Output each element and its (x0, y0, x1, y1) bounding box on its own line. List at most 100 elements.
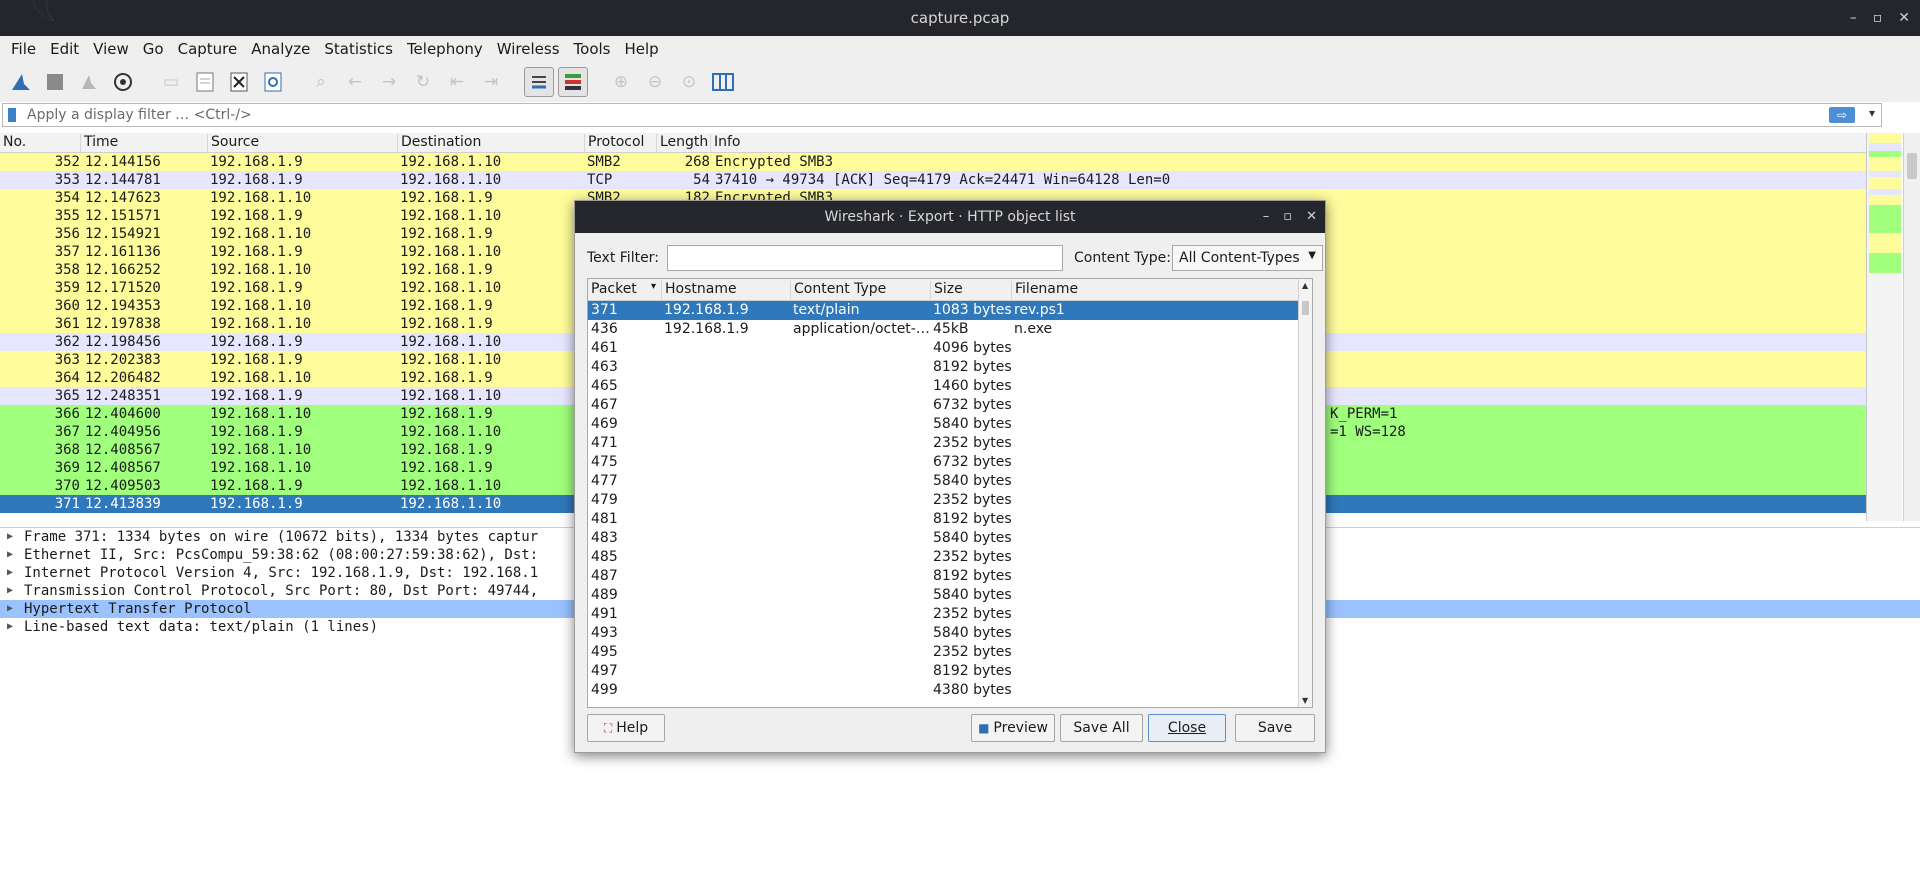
resize-columns-icon[interactable] (708, 67, 738, 97)
col-header-info[interactable]: Info (710, 134, 741, 152)
packet-cell-time: 12.408567 (85, 442, 161, 458)
scroll-up-icon[interactable]: ▲ (1302, 281, 1308, 290)
last-icon[interactable]: ⇥ (476, 67, 506, 97)
http-object-row[interactable]: 461 4096 bytes (588, 339, 1312, 358)
text-filter-input[interactable] (667, 245, 1063, 271)
packet-row[interactable]: 353 12.144781 192.168.1.9 192.168.1.10 TCP 54… (0, 171, 1866, 189)
help-button[interactable]: ⛶ Help (587, 714, 665, 742)
http-object-row[interactable]: 467 6732 bytes (588, 396, 1312, 415)
reload-icon[interactable] (258, 67, 288, 97)
menu-help[interactable]: Help (617, 36, 665, 62)
maximize-icon[interactable]: ▫ (1873, 0, 1883, 36)
menu-capture[interactable]: Capture (171, 36, 245, 62)
bookmark-icon[interactable] (8, 108, 16, 122)
http-object-row[interactable]: 465 1460 bytes (588, 377, 1312, 396)
http-object-row[interactable]: 485 2352 bytes (588, 548, 1312, 567)
preview-button[interactable]: ■ Preview (971, 714, 1055, 742)
col-header-time[interactable]: Time (80, 134, 118, 152)
http-object-row[interactable]: 491 2352 bytes (588, 605, 1312, 624)
expand-arrow-icon[interactable]: ▶ (7, 564, 13, 582)
search-icon[interactable]: ⌕ (306, 67, 336, 97)
menu-go[interactable]: Go (136, 36, 171, 62)
colorize-icon[interactable] (558, 67, 588, 97)
packet-row[interactable]: 352 12.144156 192.168.1.9 192.168.1.10 SMB2 2… (0, 153, 1866, 171)
expand-arrow-icon[interactable]: ▶ (7, 546, 13, 564)
save-button[interactable]: Save (1235, 714, 1315, 742)
normal-size-icon[interactable]: ⊙ (674, 67, 704, 97)
menu-file[interactable]: File (4, 36, 43, 62)
expand-arrow-icon[interactable]: ▶ (7, 582, 13, 600)
menu-analyze[interactable]: Analyze (244, 36, 317, 62)
restart-icon[interactable] (74, 67, 104, 97)
packet-list-scrollbar[interactable] (1903, 133, 1920, 521)
dialog-maximize-icon[interactable]: ▫ (1283, 201, 1292, 233)
packet-minimap[interactable] (1866, 133, 1902, 521)
close-file-icon[interactable] (224, 67, 254, 97)
col-header-no[interactable]: No. (0, 134, 26, 152)
scrollbar-thumb[interactable] (1302, 301, 1309, 315)
filter-history-dropdown-icon[interactable]: ▾ (1869, 106, 1875, 120)
first-icon[interactable]: ⇤ (442, 67, 472, 97)
window-titlebar: 𓆩 capture.pcap – ▫ ✕ (0, 0, 1920, 36)
save-all-button[interactable]: Save All (1060, 714, 1143, 742)
col-header-size[interactable]: Size (930, 281, 963, 299)
dialog-minimize-icon[interactable]: – (1263, 201, 1270, 233)
http-object-row[interactable]: 475 6732 bytes (588, 453, 1312, 472)
http-object-row[interactable]: 495 2352 bytes (588, 643, 1312, 662)
menu-statistics[interactable]: Statistics (317, 36, 400, 62)
col-header-protocol[interactable]: Protocol (584, 134, 644, 152)
menu-wireless[interactable]: Wireless (490, 36, 567, 62)
menu-view[interactable]: View (86, 36, 136, 62)
http-object-scrollbar[interactable]: ▲ ▼ (1298, 279, 1312, 707)
back-icon[interactable]: ← (340, 67, 370, 97)
close-icon[interactable]: ✕ (1898, 0, 1910, 36)
scrollbar-thumb[interactable] (1907, 153, 1917, 179)
display-filter-input[interactable] (25, 106, 1825, 124)
packet-cell-dst: 192.168.1.10 (400, 496, 502, 512)
stop-icon[interactable] (40, 67, 70, 97)
menu-edit[interactable]: Edit (43, 36, 86, 62)
autoscroll-icon[interactable] (524, 67, 554, 97)
expand-arrow-icon[interactable]: ▶ (7, 600, 13, 618)
shark-fin-start-icon[interactable] (6, 67, 36, 97)
close-button[interactable]: Close (1148, 714, 1226, 742)
col-header-source[interactable]: Source (207, 134, 259, 152)
open-file-icon[interactable]: ▭ (156, 67, 186, 97)
col-header-length[interactable]: Length (656, 134, 708, 152)
dialog-close-icon[interactable]: ✕ (1306, 201, 1317, 233)
http-object-row[interactable]: 499 4380 bytes (588, 681, 1312, 700)
col-header-hostname[interactable]: Hostname (661, 281, 737, 299)
scroll-down-icon[interactable]: ▼ (1302, 696, 1308, 705)
detail-text: Frame 371: 1334 bytes on wire (10672 bit… (24, 529, 539, 545)
save-file-icon[interactable] (190, 67, 220, 97)
capture-options-icon[interactable] (108, 67, 138, 97)
zoom-out-icon[interactable]: ⊖ (640, 67, 670, 97)
col-header-content-type[interactable]: Content Type (790, 281, 886, 299)
zoom-in-icon[interactable]: ⊕ (606, 67, 636, 97)
http-object-row[interactable]: 479 2352 bytes (588, 491, 1312, 510)
http-object-row[interactable]: 469 5840 bytes (588, 415, 1312, 434)
col-header-destination[interactable]: Destination (397, 134, 481, 152)
http-object-row[interactable]: 489 5840 bytes (588, 586, 1312, 605)
forward-icon[interactable]: → (374, 67, 404, 97)
http-object-row[interactable]: 481 8192 bytes (588, 510, 1312, 529)
http-object-row[interactable]: 493 5840 bytes (588, 624, 1312, 643)
http-object-row[interactable]: 477 5840 bytes (588, 472, 1312, 491)
jump-icon[interactable]: ↻ (408, 67, 438, 97)
http-object-row[interactable]: 497 8192 bytes (588, 662, 1312, 681)
expand-arrow-icon[interactable]: ▶ (7, 618, 13, 636)
expand-arrow-icon[interactable]: ▶ (7, 528, 13, 546)
menu-telephony[interactable]: Telephony (400, 36, 490, 62)
col-header-filename[interactable]: Filename (1011, 281, 1078, 299)
apply-filter-arrow-icon[interactable]: ⇨ (1829, 107, 1855, 123)
http-object-row[interactable]: 371 192.168.1.9 text/plain 1083 bytes rev.ps… (588, 301, 1312, 320)
http-object-row[interactable]: 487 8192 bytes (588, 567, 1312, 586)
http-object-row[interactable]: 463 8192 bytes (588, 358, 1312, 377)
content-type-select[interactable]: All Content-Types ▼ (1172, 245, 1323, 271)
http-object-row[interactable]: 483 5840 bytes (588, 529, 1312, 548)
http-object-row[interactable]: 471 2352 bytes (588, 434, 1312, 453)
menu-tools[interactable]: Tools (567, 36, 618, 62)
minimize-icon[interactable]: – (1850, 0, 1857, 36)
http-object-row[interactable]: 436 192.168.1.9 application/octet-… 45kB n.e… (588, 320, 1312, 339)
col-header-packet[interactable]: Packet ▾ (588, 281, 656, 299)
